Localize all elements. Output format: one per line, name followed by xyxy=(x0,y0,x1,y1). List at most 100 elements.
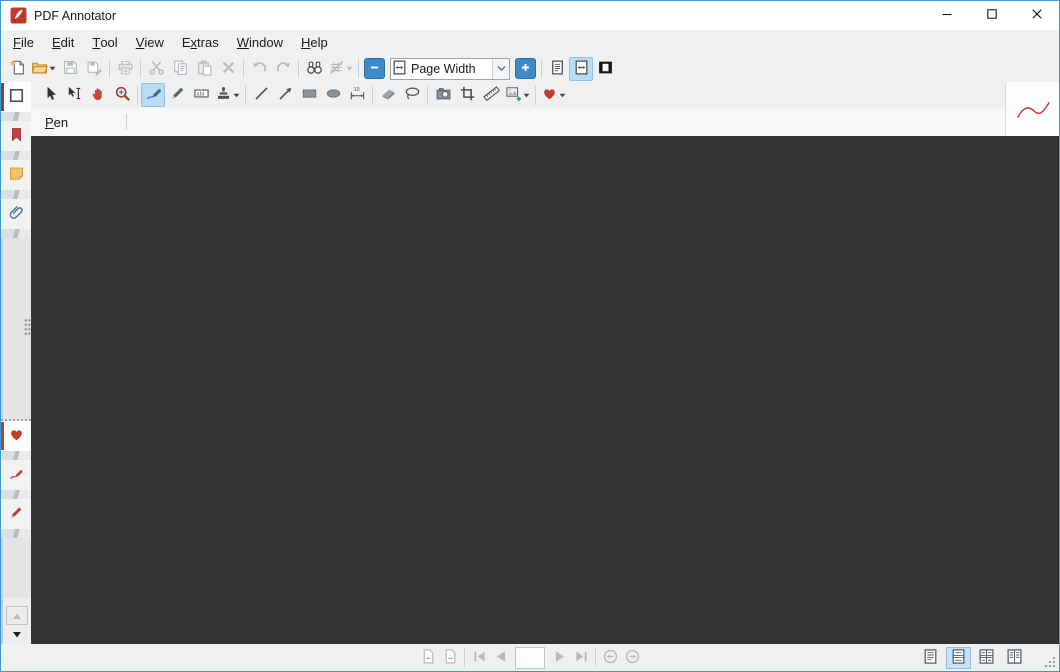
splitter-handle[interactable] xyxy=(24,317,31,337)
dropdown-caret-icon[interactable] xyxy=(523,92,530,99)
previous-document-button[interactable] xyxy=(417,647,439,669)
text-select-tool-icon xyxy=(66,85,83,105)
undo-button[interactable] xyxy=(247,57,271,81)
menu-tool[interactable]: Tool xyxy=(83,30,126,55)
stamp-tool-button[interactable] xyxy=(213,83,242,107)
hand-tool-button[interactable] xyxy=(86,83,110,107)
menu-view[interactable]: View xyxy=(127,30,173,55)
menu-edit[interactable]: Edit xyxy=(43,30,83,55)
facing-view-button[interactable] xyxy=(1002,647,1027,669)
snapshot-tool-button[interactable] xyxy=(431,83,455,107)
first-page-button[interactable] xyxy=(468,647,490,669)
fit-width-button[interactable] xyxy=(569,56,593,81)
copy-icon xyxy=(172,59,189,79)
new-document-button[interactable] xyxy=(5,57,29,81)
toolbar-separator xyxy=(358,59,359,78)
forward-icon xyxy=(624,648,641,668)
next-page-button[interactable] xyxy=(548,647,570,669)
find-button[interactable] xyxy=(302,57,326,81)
page-number-input[interactable] xyxy=(515,646,545,669)
sidebar-tab-page-thumbnails[interactable] xyxy=(1,82,31,112)
continuous-facing-view-button[interactable] xyxy=(974,647,999,669)
tool-properties-bar: Pen xyxy=(31,108,1059,136)
copy-button[interactable] xyxy=(168,57,192,81)
dimension-tool-button[interactable]: 10 xyxy=(345,83,369,107)
zoom-level-select[interactable]: Page Width xyxy=(390,57,510,80)
pen-tool-button[interactable] xyxy=(141,83,165,107)
menu-help[interactable]: Help xyxy=(292,30,337,55)
select-tool-button[interactable] xyxy=(38,83,62,107)
add-image-tool-button[interactable] xyxy=(503,83,532,107)
sidebar-tab-pen-presets[interactable] xyxy=(1,459,31,490)
toolbar-separator xyxy=(541,59,542,78)
dropdown-caret-icon[interactable] xyxy=(346,65,353,72)
text-select-tool-button[interactable] xyxy=(62,83,86,107)
close-button[interactable] xyxy=(1014,1,1059,30)
single-page-view-button[interactable] xyxy=(918,647,943,669)
crop-tool-button[interactable] xyxy=(455,83,479,107)
redo-button[interactable] xyxy=(271,57,295,81)
paste-button[interactable] xyxy=(192,57,216,81)
page-layout-buttons xyxy=(918,644,1027,671)
text-box-tool-button[interactable]: abl xyxy=(189,83,213,107)
maximize-button[interactable] xyxy=(969,1,1014,30)
svg-text:10: 10 xyxy=(353,87,359,93)
app-logo-icon xyxy=(10,7,27,24)
open-document-button[interactable] xyxy=(29,57,58,81)
dropdown-caret-icon[interactable] xyxy=(233,92,240,99)
cut-button[interactable] xyxy=(144,57,168,81)
print-button[interactable] xyxy=(113,57,137,81)
view-continuous-icon xyxy=(950,648,967,668)
document-canvas[interactable] xyxy=(31,136,1059,644)
scroll-up-button[interactable] xyxy=(6,606,28,625)
resize-grip[interactable] xyxy=(1044,656,1057,669)
sidebar-tabstrip xyxy=(1,82,31,644)
tab-divider xyxy=(1,450,31,460)
save-button[interactable] xyxy=(58,57,82,81)
minimize-button[interactable] xyxy=(924,1,969,30)
menu-window[interactable]: Window xyxy=(228,30,292,55)
scroll-down-button[interactable] xyxy=(6,627,28,642)
sidebar-tab-marker-presets[interactable] xyxy=(1,498,31,529)
sidebar-tab-favorites-presets[interactable] xyxy=(1,420,31,451)
favorites-tool-button[interactable] xyxy=(539,83,568,107)
zoom-out-button[interactable] xyxy=(364,58,385,79)
dropdown-caret-icon[interactable] xyxy=(49,65,56,72)
save-as-button[interactable] xyxy=(82,57,106,81)
menu-extras[interactable]: Ex tras xyxy=(173,30,228,55)
previous-page-button[interactable] xyxy=(490,647,512,669)
dropdown-caret-icon[interactable] xyxy=(559,92,566,99)
delete-button[interactable] xyxy=(216,57,240,81)
rectangle-tool-button[interactable] xyxy=(297,83,321,107)
tools-toolbar: abl 10 xyxy=(31,82,1059,108)
marker-tool-button[interactable] xyxy=(165,83,189,107)
line-tool-button[interactable] xyxy=(249,83,273,107)
next-document-button[interactable] xyxy=(439,647,461,669)
save-icon xyxy=(62,59,79,79)
arrow-tool-button[interactable] xyxy=(273,83,297,107)
last-page-button[interactable] xyxy=(570,647,592,669)
marker-tool-icon xyxy=(169,85,186,105)
ellipse-tool-button[interactable] xyxy=(321,83,345,107)
fit-page-button[interactable] xyxy=(545,57,569,81)
app-window: PDF Annotator File Edit Tool View Ex tras Wind… xyxy=(0,0,1060,672)
fit-page-icon xyxy=(549,59,566,79)
full-screen-button[interactable] xyxy=(593,57,617,81)
ruler-tool-button[interactable] xyxy=(479,83,503,107)
zoom-in-button[interactable] xyxy=(515,58,536,79)
lasso-tool-button[interactable] xyxy=(400,83,424,107)
sidebar-tab-bookmarks[interactable] xyxy=(1,121,31,151)
back-button[interactable] xyxy=(599,647,621,669)
eraser-tool-button[interactable] xyxy=(376,83,400,107)
zoom-tool-button[interactable] xyxy=(110,83,134,107)
menu-file[interactable]: File xyxy=(4,30,43,55)
combo-dropdown-arrow[interactable] xyxy=(492,58,509,79)
window-controls xyxy=(924,1,1059,30)
pen-style-preview[interactable] xyxy=(1005,82,1059,136)
continuous-view-button[interactable] xyxy=(946,646,971,669)
tab-divider xyxy=(1,229,31,238)
sidebar-tab-annotations-notes[interactable] xyxy=(1,160,31,190)
sidebar-tab-attachments[interactable] xyxy=(1,199,31,229)
forward-button[interactable] xyxy=(621,647,643,669)
manage-annotations-button[interactable] xyxy=(326,57,355,81)
